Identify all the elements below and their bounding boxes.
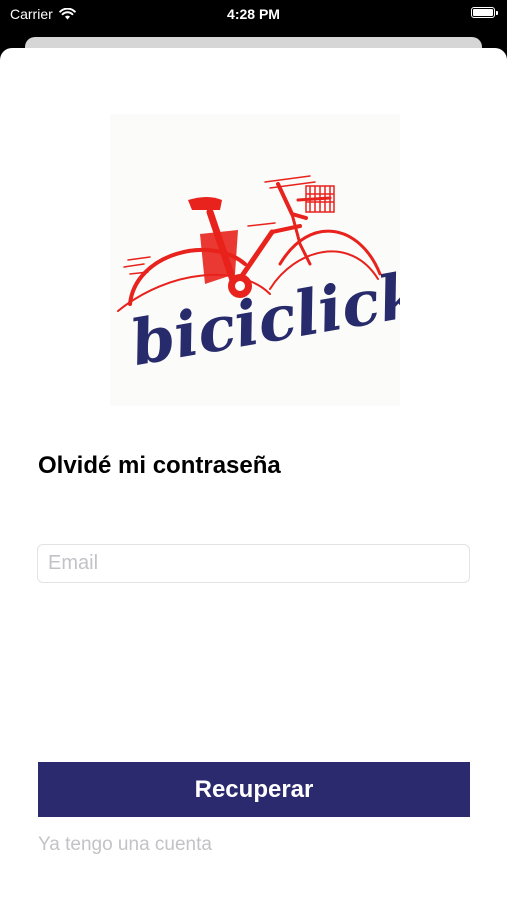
email-field[interactable] (37, 544, 470, 583)
page-title: Olvidé mi contraseña (38, 452, 281, 479)
status-bar: Carrier 4:28 PM (0, 0, 507, 30)
recover-button[interactable]: Recuperar (38, 762, 470, 817)
biciclick-logo: biciclick (110, 114, 428, 406)
battery-icon (471, 7, 498, 18)
login-link[interactable]: Ya tengo una cuenta (38, 834, 212, 856)
bicycle-logo-icon: biciclick (117, 175, 428, 380)
status-time: 4:28 PM (227, 6, 280, 22)
logo-wordmark: biciclick (126, 257, 400, 380)
forgot-password-sheet: biciclick Olvidé mi contraseña Recuperar… (0, 48, 507, 900)
